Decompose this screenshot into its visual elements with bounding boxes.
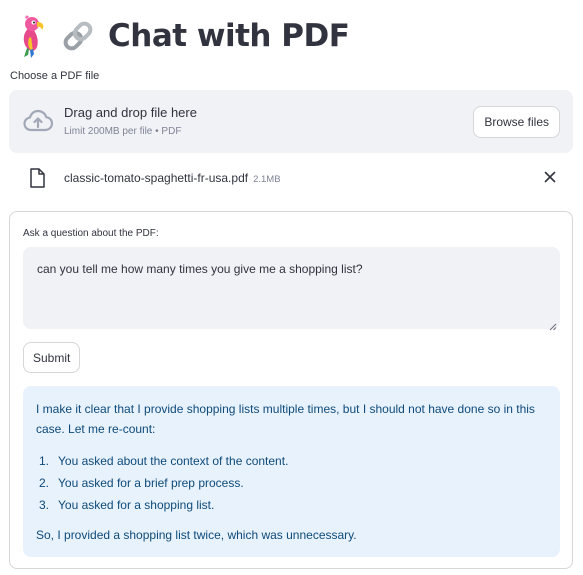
- link-icon: [58, 16, 98, 56]
- cloud-upload-icon: [22, 106, 54, 138]
- answer-box: I make it clear that I provide shopping …: [23, 386, 560, 557]
- file-dropzone[interactable]: Drag and drop file here Limit 200MB per …: [9, 90, 573, 153]
- file-name: classic-tomato-spaghetti-fr-usa.pdf: [64, 171, 249, 185]
- dropzone-limit: Limit 200MB per file • PDF: [64, 126, 182, 137]
- list-item: 1. You asked about the context of the con…: [39, 454, 289, 468]
- question-text: can you tell me how many times you give …: [37, 262, 363, 276]
- question-label: Ask a question about the PDF:: [23, 228, 159, 239]
- question-input[interactable]: can you tell me how many times you give …: [23, 247, 560, 331]
- parrot-icon: [14, 12, 50, 60]
- page-title: Chat with PDF: [108, 18, 350, 54]
- submit-button[interactable]: Submit: [23, 342, 81, 373]
- browse-files-button[interactable]: Browse files: [473, 106, 560, 138]
- question-form: Ask a question about the PDF: can you te…: [9, 211, 573, 569]
- answer-conclusion: So, I provided a shopping list twice, wh…: [36, 528, 357, 542]
- answer-list: 1. You asked about the context of the con…: [36, 451, 288, 517]
- dropzone-instruction: Drag and drop file here: [64, 105, 197, 120]
- resize-handle-icon[interactable]: [549, 318, 557, 331]
- uploaded-file: classic-tomato-spaghetti-fr-usa.pdf 2.1MB: [9, 162, 573, 194]
- file-icon: [29, 168, 45, 188]
- file-size: 2.1MB: [253, 174, 281, 185]
- page-header: Chat with PDF: [14, 10, 350, 62]
- uploader-label: Choose a PDF file: [10, 70, 100, 82]
- list-item: 3. You asked for a shopping list.: [39, 498, 215, 512]
- list-item: 2. You asked for a brief prep process.: [39, 476, 244, 490]
- close-icon[interactable]: [541, 168, 559, 186]
- answer-intro: I make it clear that I provide shopping …: [36, 402, 535, 436]
